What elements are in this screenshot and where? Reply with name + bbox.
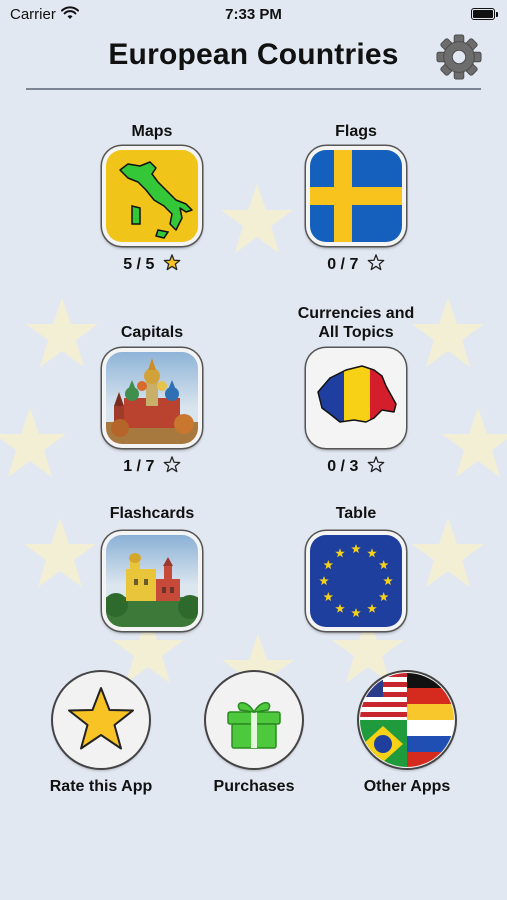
currencies-label-line1: Currencies and (297, 305, 415, 322)
maps-tile[interactable]: Maps 5 / 5 (62, 122, 242, 276)
flags-score: 0 / 7 (266, 254, 446, 276)
flags-label: Flags (335, 123, 377, 140)
capitals-label: Capitals (120, 324, 184, 341)
currencies-label: Currencies and All Topics (266, 304, 446, 342)
table-label: Table (335, 505, 377, 522)
flashcards-label: Flashcards (109, 505, 195, 522)
status-bar: Carrier 7:33 PM (0, 0, 507, 28)
kremlin-photo-icon (106, 352, 198, 444)
maps-label: Maps (131, 123, 173, 140)
star-icon (68, 687, 134, 750)
other-apps-circle[interactable] (359, 672, 455, 768)
star-outline-icon (367, 254, 385, 271)
purchases-circle[interactable] (206, 672, 302, 768)
capitals-button[interactable] (102, 348, 202, 448)
capitals-score-text: 1 / 7 (123, 458, 155, 475)
flashcards-button[interactable] (102, 531, 202, 631)
pena-palace-photo-icon (106, 535, 198, 627)
italy-map-icon (106, 150, 198, 242)
settings-gear-icon[interactable] (436, 34, 482, 80)
purchases-button[interactable]: Purchases (179, 672, 329, 796)
eu-flag-icon (310, 535, 402, 627)
currencies-score: 0 / 3 (266, 456, 446, 478)
currencies-tile[interactable]: Currencies and All Topics 0 / 3 (266, 304, 446, 478)
clock: 7:33 PM (225, 6, 282, 23)
maps-score: 5 / 5 (62, 254, 242, 276)
rate-app-label: Rate this App (49, 778, 153, 795)
table-button[interactable] (306, 531, 406, 631)
maps-score-text: 5 / 5 (123, 256, 155, 273)
flags-button[interactable] (306, 146, 406, 246)
rate-app-circle[interactable] (53, 672, 149, 768)
star-outline-icon (367, 456, 385, 473)
currencies-label-line2: All Topics (318, 324, 394, 341)
maps-button[interactable] (102, 146, 202, 246)
header-divider (26, 88, 481, 90)
flags-collage-icon (360, 673, 454, 767)
flags-score-text: 0 / 7 (327, 256, 359, 273)
romania-map-icon (310, 352, 402, 444)
page-title: European Countries (108, 38, 399, 71)
star-filled-icon (163, 254, 181, 271)
capitals-score: 1 / 7 (62, 456, 242, 478)
rate-app-button[interactable]: Rate this App (26, 672, 176, 796)
capitals-tile[interactable]: Capitals 1 / 7 (62, 304, 242, 478)
star-outline-icon (163, 456, 181, 473)
other-apps-label: Other Apps (363, 778, 451, 795)
sweden-flag-icon (310, 150, 402, 242)
table-tile[interactable]: Table (266, 504, 446, 631)
gift-icon (227, 702, 281, 749)
currencies-button[interactable] (306, 348, 406, 448)
currencies-score-text: 0 / 3 (327, 458, 359, 475)
purchases-label: Purchases (213, 778, 295, 795)
flashcards-tile[interactable]: Flashcards (62, 504, 242, 631)
flags-tile[interactable]: Flags 0 / 7 (266, 122, 446, 276)
battery-icon (471, 8, 498, 20)
other-apps-button[interactable]: Other Apps (332, 672, 482, 796)
